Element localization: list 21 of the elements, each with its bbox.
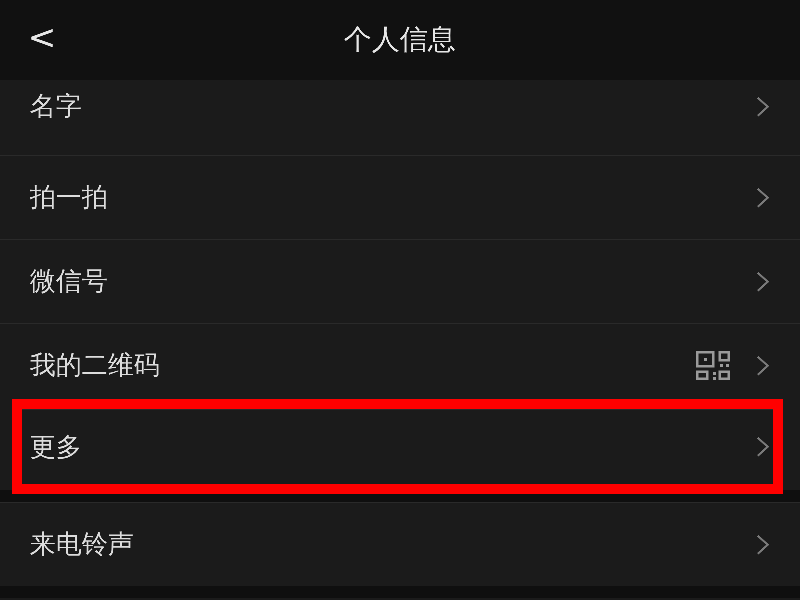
row-label: 名字 [30, 91, 83, 124]
chevron-right-icon [756, 96, 770, 118]
row-label: 来电铃声 [30, 529, 135, 562]
settings-row[interactable]: 来电铃声 [0, 502, 800, 586]
settings-row[interactable]: 拍一拍 [0, 155, 800, 239]
chevron-right-icon [756, 186, 770, 208]
row-label: 更多 [30, 432, 83, 464]
row-label: 拍一拍 [30, 182, 109, 215]
chevron-right-icon [756, 270, 770, 292]
back-button[interactable]: < [28, 18, 56, 62]
page-title: 个人信息 [343, 22, 457, 58]
row-label: 我的二维码 [30, 350, 161, 383]
qr-code-icon [696, 350, 732, 380]
settings-row[interactable]: 我的二维码 [0, 323, 800, 407]
row-label: 微信号 [30, 266, 109, 299]
chevron-right-icon [756, 354, 770, 376]
chevron-right-icon [756, 534, 770, 556]
chevron-right-icon [756, 436, 770, 458]
settings-row[interactable]: 更多 [22, 409, 773, 484]
settings-row[interactable]: 微信号 [0, 239, 800, 323]
settings-row[interactable]: 名字 [0, 80, 800, 155]
